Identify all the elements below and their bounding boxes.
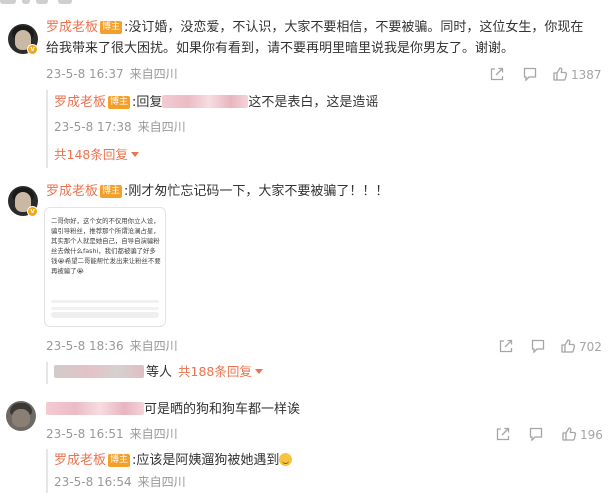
share-button[interactable] bbox=[498, 338, 514, 356]
redacted-username bbox=[46, 402, 144, 415]
expand-replies-link[interactable]: 共148条回复 bbox=[54, 147, 139, 163]
avatar-verified-badge: v bbox=[27, 44, 38, 55]
like-button[interactable]: 196 bbox=[561, 426, 603, 444]
like-icon bbox=[552, 66, 568, 82]
avatar-verified-badge: v bbox=[27, 206, 38, 217]
comment-time: 23-5-8 16:37 bbox=[46, 67, 124, 81]
comment-icon bbox=[528, 426, 544, 442]
reply-location: 来自四川 bbox=[137, 475, 186, 489]
comment-button[interactable] bbox=[530, 338, 546, 356]
blogger-badge: 博主 bbox=[100, 21, 123, 34]
comment-icon bbox=[522, 66, 538, 82]
image-screenshot-text: 二哥你好，这个女的不仅用你立人设，骗引导粉丝，推荐那个所谓沧澜占星，其实那个人就… bbox=[51, 217, 161, 275]
laughing-emoji-icon bbox=[279, 453, 293, 466]
reply-author-name[interactable]: 罗成老板 bbox=[54, 453, 106, 468]
reply-divider bbox=[46, 90, 48, 168]
reply-location: 来自四川 bbox=[137, 120, 186, 134]
reply-text: 罗成老板 博主:应该是阿姨遛狗被她遇到 bbox=[54, 452, 293, 470]
redacted-username bbox=[162, 95, 249, 108]
user-avatar[interactable] bbox=[6, 401, 36, 431]
blogger-badge: 博主 bbox=[108, 96, 131, 109]
reply-time: 23-5-8 17:38 bbox=[54, 120, 132, 134]
like-icon bbox=[561, 426, 577, 442]
like-count: 196 bbox=[580, 428, 603, 442]
comment-text: 可是晒的狗和狗车都一样诶 bbox=[46, 401, 300, 419]
chevron-down-icon bbox=[254, 369, 263, 374]
comment-body: 可是晒的狗和狗车都一样诶 bbox=[144, 402, 301, 417]
comment-button[interactable] bbox=[528, 426, 544, 444]
comment-icon bbox=[530, 338, 546, 354]
comment-text-continued: 给我带来了很大困扰。如果你有看到，请不要再明里暗里说我是你男友了。谢谢。 bbox=[46, 41, 515, 56]
image-input-bar bbox=[51, 312, 159, 318]
share-icon bbox=[498, 338, 514, 354]
comment-location: 来自四川 bbox=[129, 67, 178, 81]
reply-summary: 等人 共188条回复 bbox=[54, 364, 263, 382]
comment-meta: 23-5-8 16:37 来自四川 bbox=[46, 66, 178, 82]
expand-replies-label: 共188条回复 bbox=[178, 364, 252, 379]
blogger-badge: 博主 bbox=[100, 185, 123, 198]
expand-replies-link[interactable]: 共188条回复 bbox=[178, 364, 263, 379]
chevron-down-icon bbox=[130, 152, 139, 157]
reply-author-name[interactable]: 罗成老板 bbox=[54, 95, 106, 110]
comment-text: 罗成老板 博主:刚才匆忙忘记码一下，大家不要被骗了！！！ bbox=[46, 183, 388, 201]
like-button[interactable]: 702 bbox=[560, 338, 602, 356]
comment-body: :没订婚，没恋爱，不认识，大家不要相信，不要被骗。同时，这位女生，你现在 bbox=[124, 20, 584, 35]
author-name[interactable]: 罗成老板 bbox=[46, 20, 98, 35]
reply-prefix: :回复 bbox=[132, 95, 163, 110]
comment-time: 23-5-8 18:36 bbox=[46, 339, 124, 353]
reply-divider bbox=[46, 449, 48, 493]
reply-text: 罗成老板 博主:回复 这不是表白，这是造谣 bbox=[54, 94, 378, 112]
share-button[interactable] bbox=[495, 426, 511, 444]
like-count: 702 bbox=[579, 340, 602, 354]
comment-text: 罗成老板 博主:没订婚，没恋爱，不认识，大家不要相信，不要被骗。同时，这位女生，你… bbox=[46, 19, 583, 37]
author-name[interactable]: 罗成老板 bbox=[46, 184, 98, 199]
like-count: 1387 bbox=[571, 68, 602, 82]
comment-time: 23-5-8 16:51 bbox=[46, 427, 124, 441]
comment-location: 来自四川 bbox=[129, 427, 178, 441]
comment-button[interactable] bbox=[522, 66, 538, 84]
like-button[interactable]: 1387 bbox=[552, 66, 602, 84]
comment-meta: 23-5-8 16:51 来自四川 bbox=[46, 426, 178, 442]
redacted-usernames bbox=[54, 365, 144, 378]
reply-meta: 23-5-8 16:54 来自四川 bbox=[54, 474, 186, 490]
blogger-badge: 博主 bbox=[108, 454, 131, 467]
share-icon bbox=[495, 426, 511, 442]
comment-body: :刚才匆忙忘记码一下，大家不要被骗了！！！ bbox=[124, 184, 389, 199]
expand-replies-label: 共148条回复 bbox=[54, 147, 128, 162]
reply-body: 这不是表白，这是造谣 bbox=[248, 95, 379, 110]
comment-location: 来自四川 bbox=[129, 339, 178, 353]
reply-divider bbox=[46, 362, 48, 384]
comment-image-thumbnail[interactable]: 二哥你好，这个女的不仅用你立人设，骗引导粉丝，推荐那个所谓沧澜占星，其实那个人就… bbox=[44, 207, 166, 327]
previous-content-edge bbox=[0, 0, 616, 6]
share-icon bbox=[489, 66, 505, 82]
reply-meta: 23-5-8 17:38 来自四川 bbox=[54, 119, 186, 135]
reply-body: :应该是阿姨遛狗被她遇到 bbox=[132, 453, 280, 468]
reply-time: 23-5-8 16:54 bbox=[54, 475, 132, 489]
share-button[interactable] bbox=[489, 66, 505, 84]
comment-meta: 23-5-8 18:36 来自四川 bbox=[46, 338, 178, 354]
like-icon bbox=[560, 338, 576, 354]
reply-summary-suffix: 等人 bbox=[146, 365, 173, 380]
